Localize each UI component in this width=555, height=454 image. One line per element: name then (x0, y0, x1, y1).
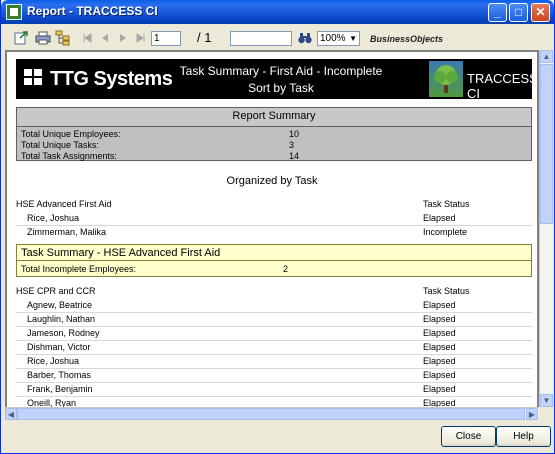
report-page: TTG Systems Task Summary - First Aid - I… (7, 52, 538, 407)
employee-status: Incomplete (423, 227, 468, 237)
summary-label: Total Task Assignments: (21, 151, 117, 161)
row-divider (16, 368, 532, 369)
report-viewer[interactable]: TTG Systems Task Summary - First Aid - I… (5, 50, 539, 407)
employee-name: Rice, Joshua (27, 356, 80, 366)
scroll-right-button[interactable]: ▶ (526, 408, 538, 420)
vertical-scrollbar[interactable]: ▲ ▼ (539, 50, 553, 407)
title-bar: Report - TRACCESS CI _ □ ✕ (1, 0, 554, 24)
task-summary-title: Task Summary - HSE Advanced First Aid (21, 247, 221, 259)
chevron-down-icon: ▼ (349, 34, 357, 43)
task-status-header: Task Status (423, 199, 470, 209)
employee-name: Rice, Joshua (27, 213, 80, 223)
group-tree-icon[interactable] (55, 30, 71, 46)
report-title-line1: Task Summary - First Aid - Incomplete (179, 64, 383, 78)
summary-value: 10 (289, 129, 300, 139)
ttg-logo: TTG Systems (24, 68, 173, 91)
task-name: HSE Advanced First Aid (16, 199, 112, 209)
close-window-button[interactable]: ✕ (531, 3, 550, 22)
last-page-icon[interactable] (133, 30, 149, 46)
horizontal-scrollbar[interactable]: ◀ ▶ (5, 407, 539, 420)
binoculars-icon[interactable] (297, 30, 313, 46)
employee-name: Dishman, Victor (27, 342, 91, 352)
summary-value: 3 (289, 140, 295, 150)
employee-status: Elapsed (423, 213, 456, 223)
zoom-select[interactable]: 100% ▼ (317, 31, 360, 46)
task-status-header: Task Status (423, 286, 470, 296)
row-divider (16, 354, 532, 355)
report-title-line2: Sort by Task (248, 81, 314, 95)
employee-status: Elapsed (423, 398, 456, 407)
summary-value: 14 (289, 151, 300, 161)
employee-status: Elapsed (423, 356, 456, 366)
employee-name: Agnew, Beatrice (27, 300, 93, 310)
report-window: Report - TRACCESS CI _ □ ✕ 1 / 1 100% ▼ … (0, 0, 555, 454)
minimize-button[interactable]: _ (488, 3, 507, 22)
help-button[interactable]: Help (496, 426, 551, 447)
export-icon[interactable] (13, 30, 29, 46)
maximize-button[interactable]: □ (509, 3, 528, 22)
row-divider (16, 340, 532, 341)
row-divider (16, 396, 532, 397)
next-page-icon[interactable] (115, 30, 131, 46)
vertical-scroll-thumb[interactable] (540, 64, 553, 224)
employee-name: Barber, Thomas (27, 370, 91, 380)
report-toolbar: 1 / 1 100% ▼ BusinessObjects (5, 26, 550, 50)
dialog-footer: Close Help (1, 420, 554, 453)
employee-status: Elapsed (423, 314, 456, 324)
report-summary-header: Report Summary (17, 108, 531, 127)
summary-label: Total Unique Employees: (21, 129, 121, 139)
row-divider (16, 312, 532, 313)
row-divider (16, 326, 532, 327)
report-summary: Report Summary Total Unique Employees: 1… (16, 107, 532, 161)
scroll-down-button[interactable]: ▼ (540, 394, 553, 407)
zoom-value: 100% (320, 33, 346, 44)
page-total: / 1 (197, 30, 212, 45)
report-banner: TTG Systems Task Summary - First Aid - I… (16, 59, 538, 101)
close-button[interactable]: Close (441, 426, 496, 447)
employee-status: Elapsed (423, 342, 456, 352)
task-summary-value: 2 (283, 264, 289, 274)
app-icon (6, 4, 22, 20)
report-title: Task Summary - First Aid - Incomplete So… (176, 63, 386, 97)
employee-name: Jameson, Rodney (27, 328, 100, 338)
organized-by-heading: Organized by Task (226, 175, 318, 187)
task-summary-box: Task Summary - HSE Advanced First Aid To… (16, 244, 532, 277)
tree-logo-icon (429, 61, 463, 97)
box-divider (17, 260, 531, 261)
ttg-grid-icon (24, 69, 44, 87)
ttg-logo-text: TTG Systems (50, 68, 173, 90)
scroll-left-button[interactable]: ◀ (5, 408, 17, 420)
employee-name: Oneill, Ryan (27, 398, 77, 407)
row-divider (16, 225, 532, 226)
employee-status: Elapsed (423, 384, 456, 394)
employee-name: Zimmerman, Malika (27, 227, 107, 237)
employee-name: Laughlin, Nathan (27, 314, 96, 324)
page-number-input[interactable]: 1 (151, 31, 181, 46)
scroll-up-button[interactable]: ▲ (540, 50, 553, 63)
prev-page-icon[interactable] (97, 30, 113, 46)
search-text-input[interactable] (230, 31, 292, 46)
horizontal-scroll-thumb[interactable] (17, 408, 525, 420)
business-objects-logo: BusinessObjects (370, 34, 444, 44)
employee-name: Frank, Benjamin (27, 384, 93, 394)
first-page-icon[interactable] (79, 30, 95, 46)
window-title: Report - TRACCESS CI (27, 4, 158, 18)
employee-status: Elapsed (423, 370, 456, 380)
summary-label: Total Unique Tasks: (21, 140, 99, 150)
print-icon[interactable] (35, 30, 51, 46)
employee-status: Elapsed (423, 300, 456, 310)
task-name: HSE CPR and CCR (16, 286, 96, 296)
employee-status: Elapsed (423, 328, 456, 338)
product-name: TRACCESS CI (467, 71, 538, 101)
task-summary-label: Total Incomplete Employees: (21, 264, 137, 274)
row-divider (16, 382, 532, 383)
